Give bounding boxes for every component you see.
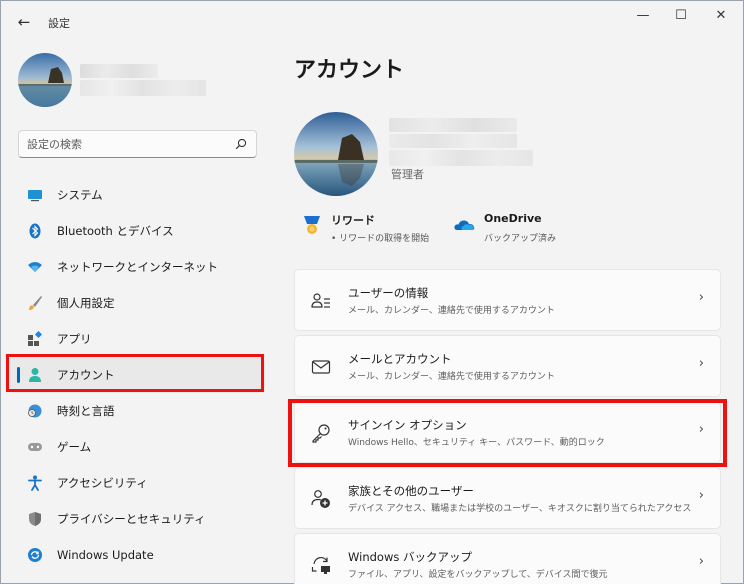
card-email-accounts[interactable]: メールとアカウント メール、カレンダー、連絡先で使用するアカウント › xyxy=(294,335,721,397)
monitor-icon xyxy=(27,187,43,203)
highlight-box-accounts xyxy=(6,354,264,392)
chevron-right-icon: › xyxy=(698,488,704,503)
rewards-subtitle: • リワードの取得を開始 xyxy=(331,234,430,244)
cloud-icon xyxy=(454,220,475,230)
onedrive-subtitle: バックアップ済み xyxy=(484,234,557,244)
sidebar-item-personalization[interactable]: 個人用設定 xyxy=(9,285,265,321)
accessibility-icon xyxy=(27,475,43,491)
account-role: 管理者 xyxy=(391,168,424,181)
sidebar-item-network[interactable]: ネットワークとインターネット xyxy=(9,249,265,285)
sidebar-item-label: アクセシビリティ xyxy=(57,476,148,490)
sidebar-item-label: ネットワークとインターネット xyxy=(57,260,218,274)
sidebar-item-bluetooth[interactable]: Bluetooth とデバイス xyxy=(9,213,265,249)
gamepad-icon xyxy=(27,439,43,455)
backup-icon xyxy=(311,556,330,574)
sidebar-item-gaming[interactable]: ゲーム xyxy=(9,429,265,465)
email-blur xyxy=(389,150,533,166)
trophy-icon xyxy=(304,216,320,234)
page-title: アカウント xyxy=(294,58,405,83)
email-blur xyxy=(80,80,206,96)
card-your-info[interactable]: ユーザーの情報 メール、カレンダー、連絡先で使用するアカウント › xyxy=(294,269,721,331)
card-title: Windows バックアップ xyxy=(348,550,472,564)
apps-icon xyxy=(27,331,43,347)
card-subtitle: メール、カレンダー、連絡先で使用するアカウント xyxy=(348,372,555,382)
wifi-icon xyxy=(27,259,43,275)
brush-icon xyxy=(27,295,43,311)
globe-clock-icon xyxy=(27,403,43,419)
back-button[interactable]: ← xyxy=(13,11,35,33)
chevron-right-icon: › xyxy=(698,290,704,305)
search-input[interactable] xyxy=(27,135,227,153)
username-blur xyxy=(80,64,158,78)
chevron-right-icon: › xyxy=(698,554,704,569)
sidebar-item-label: Windows Update xyxy=(57,548,154,562)
card-title: ユーザーの情報 xyxy=(348,286,429,300)
highlight-box-sign-in-options xyxy=(288,399,727,467)
sidebar-item-label: 時刻と言語 xyxy=(57,404,115,418)
card-title: メールとアカウント xyxy=(348,352,452,366)
title-bar: ← 設定 — ☐ ✕ xyxy=(1,1,743,45)
sidebar-item-label: システム xyxy=(57,188,103,202)
search-icon[interactable] xyxy=(235,138,247,150)
sidebar-item-system[interactable]: システム xyxy=(9,177,265,213)
sidebar-item-label: 個人用設定 xyxy=(57,296,115,310)
maximize-button[interactable]: ☐ xyxy=(661,7,701,27)
card-family-other-users[interactable]: 家族とその他のユーザー デバイス アクセス、職場または学校のユーザー、キオスクに… xyxy=(294,467,721,529)
sidebar-item-label: アプリ xyxy=(57,332,92,346)
user-avatar-small[interactable] xyxy=(18,53,72,107)
bluetooth-icon xyxy=(27,223,43,239)
add-person-icon xyxy=(311,490,330,508)
card-title: 家族とその他のユーザー xyxy=(348,484,474,498)
user-avatar-large[interactable] xyxy=(294,112,378,196)
settings-window: ← 設定 — ☐ ✕ 設定の検索 システム Bluetooth とデバイス ネッ… xyxy=(0,0,744,584)
app-title: 設定 xyxy=(48,17,70,30)
sidebar-item-label: プライバシーとセキュリティ xyxy=(57,512,206,526)
search-box[interactable] xyxy=(18,130,257,158)
sidebar-item-label: ゲーム xyxy=(57,440,92,454)
sidebar-item-accessibility[interactable]: アクセシビリティ xyxy=(9,465,265,501)
username-blur xyxy=(389,118,517,132)
mail-icon xyxy=(311,360,331,374)
update-icon xyxy=(27,547,43,563)
shield-icon xyxy=(27,511,43,527)
sidebar-item-time-language[interactable]: 時刻と言語 xyxy=(9,393,265,429)
sidebar-item-label: Bluetooth とデバイス xyxy=(57,224,174,238)
username-blur-2 xyxy=(389,134,517,148)
sidebar-item-apps[interactable]: アプリ xyxy=(9,321,265,357)
rewards-title: リワード xyxy=(331,214,375,227)
card-subtitle: デバイス アクセス、職場または学校のユーザー、キオスクに割り当てられたアクセス xyxy=(348,504,692,514)
person-info-icon xyxy=(311,293,330,308)
minimize-button[interactable]: — xyxy=(623,7,663,27)
card-windows-backup[interactable]: Windows バックアップ ファイル、アプリ、設定をバックアップして、デバイス… xyxy=(294,533,721,584)
close-button[interactable]: ✕ xyxy=(701,7,741,27)
card-subtitle: ファイル、アプリ、設定をバックアップして、デバイス間で復元 xyxy=(348,570,608,580)
sidebar-item-privacy[interactable]: プライバシーとセキュリティ xyxy=(9,501,265,537)
sidebar-item-windows-update[interactable]: Windows Update xyxy=(9,537,265,573)
card-subtitle: メール、カレンダー、連絡先で使用するアカウント xyxy=(348,306,555,316)
chevron-right-icon: › xyxy=(698,356,704,371)
onedrive-title: OneDrive xyxy=(484,212,542,225)
